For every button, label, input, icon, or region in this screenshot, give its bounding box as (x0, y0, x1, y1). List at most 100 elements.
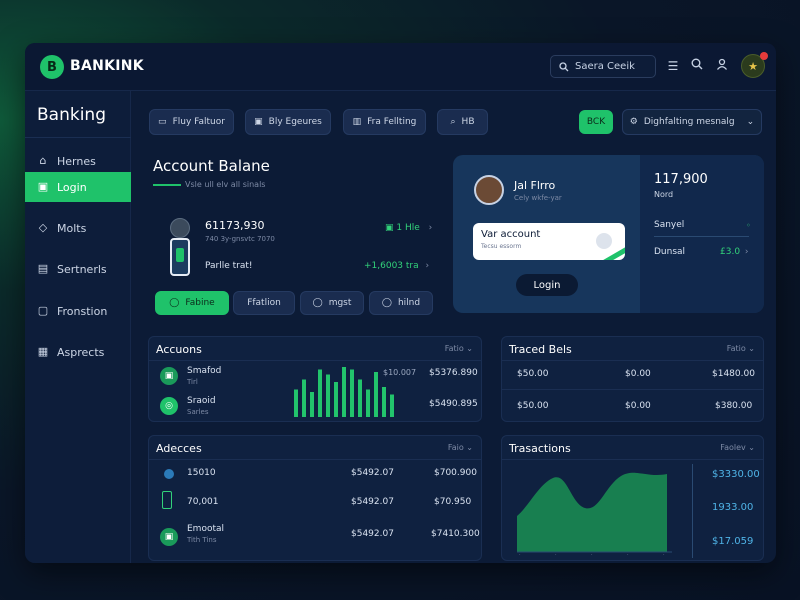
home-icon: ⌂ (39, 154, 47, 167)
stat-amount-label: Nord (654, 190, 674, 199)
panel-header: Trasactions Faolev ⌄ (502, 436, 763, 460)
adecces-row-v1: $5492.07 (351, 529, 394, 539)
transaction-value: $3330.00 (712, 469, 760, 480)
panel-filter[interactable]: Faolev ⌄ (720, 443, 755, 452)
account-card-sub: Tecsu essorm (481, 243, 522, 250)
account-card[interactable]: Var account Tecsu essorm (473, 223, 625, 260)
document-icon: ▢ (37, 304, 49, 317)
user-icon[interactable] (714, 58, 730, 74)
card-icon: ▤ (37, 262, 49, 275)
phone-icon (170, 238, 190, 276)
refresh-icon: ◯ (169, 298, 180, 308)
balance-right[interactable]: ▣ 1 Hle › (385, 223, 432, 233)
adecces-row-name: 15010 (187, 468, 216, 478)
title-underline (153, 184, 181, 186)
chart-icon: ▥ (352, 117, 362, 127)
adecces-row-v2: $700.900 (434, 468, 477, 478)
traced-row-c: $1480.00 (712, 369, 755, 379)
bar (326, 374, 330, 417)
action-button-2[interactable]: Ffatlion (233, 291, 295, 315)
panel-header: Accuons Fatio ⌄ (149, 337, 481, 361)
account-row-v2: $5376.890 (429, 368, 478, 378)
traced-row-b: $0.00 (625, 401, 651, 411)
panel-filter[interactable]: Fatio ⌄ (445, 344, 473, 353)
user-avatar (474, 175, 504, 205)
toolbar-button-1[interactable]: ▭ Fluy Faltuor (149, 109, 234, 135)
panel-header: Traced Bels Fatio ⌄ (502, 337, 763, 361)
bar (350, 369, 354, 417)
balance-amount: 61173,930 (205, 219, 265, 232)
action-button-3[interactable]: ◯ mgst (300, 291, 364, 315)
stat-durrel: Dunsal (654, 247, 686, 257)
action-button-1[interactable]: ◯ Fabine (155, 291, 229, 315)
chart-axis-divider (692, 464, 693, 558)
stat-amount: 117,900 (654, 172, 708, 187)
adecces-row-sub: Tith Tins (187, 536, 217, 544)
chevron-right-icon: › (744, 247, 749, 257)
action-button-4[interactable]: ◯ hilnd (369, 291, 433, 315)
row-divider (502, 389, 763, 390)
accounts-bar-chart (294, 367, 394, 417)
sidebar-item-label: Molts (57, 221, 87, 235)
profile-name: Jal Flrro (514, 179, 556, 192)
sidebar-item-fronstion[interactable]: ▢ Fronstion (25, 296, 131, 326)
dot-icon (164, 469, 174, 479)
chevron-right-icon: › (425, 261, 430, 271)
account-row-name: Smafod (187, 366, 222, 376)
panel-title: Accuons (156, 343, 202, 356)
toolbar-button-3[interactable]: ▥ Fra Fellting (343, 109, 426, 135)
chevron-down-icon: ⌄ (466, 344, 473, 353)
phone-icon (162, 491, 172, 509)
notification-badge (760, 52, 768, 60)
panel-header: Adecces Faio ⌄ (149, 436, 481, 460)
login-button[interactable]: Login (516, 274, 578, 296)
profile-card: Jal Flrro Cely wkfe-yar Var account Tecs… (453, 155, 764, 313)
account-row-sub: Sarles (187, 408, 209, 416)
panel-filter[interactable]: Fatio ⌄ (727, 344, 755, 353)
toolbar-button-2[interactable]: ▣ Bly Egeures (245, 109, 331, 135)
panel-filter[interactable]: Faio ⌄ (448, 443, 473, 452)
sidebar-item-login[interactable]: ▣ Login (25, 172, 131, 202)
account-icon: ◎ (160, 397, 178, 415)
search-input[interactable]: Saera Ceeik (550, 55, 656, 78)
toolbar-button-4[interactable]: ⌕ HB (437, 109, 488, 135)
adecces-row-v1: $5492.07 (351, 497, 394, 507)
sidebar-item-asprects[interactable]: ▦ Asprects (25, 337, 131, 367)
gear-icon: ⚙ (629, 117, 638, 127)
brand-logo-icon[interactable]: B (40, 55, 64, 79)
sidebar-item-label: Login (57, 180, 87, 194)
balance-sub: 740 3y-gnsvtc 7070 (205, 235, 275, 243)
circle-icon: ◯ (381, 298, 392, 308)
search-text: Saera Ceeik (575, 61, 635, 72)
account-row-name: Sraoid (187, 396, 216, 406)
x-tick: · (555, 552, 557, 556)
search-icon[interactable] (689, 58, 705, 74)
traced-row-a: $50.00 (517, 401, 549, 411)
bar (366, 389, 370, 417)
account-avatar (170, 218, 190, 238)
bar (358, 379, 362, 417)
bar (382, 387, 386, 417)
adecces-row-name: 70,001 (187, 497, 219, 507)
status-dot-icon: ◦ (746, 221, 751, 230)
x-tick: · (519, 552, 521, 556)
adecces-row-v2: $70.950 (434, 497, 472, 507)
search-icon: ⌕ (450, 117, 456, 127)
card-chip-icon (596, 233, 612, 249)
x-axis-ticks: · · · · · (519, 552, 665, 556)
sidebar-item-molts[interactable]: ◇ Molts (25, 213, 131, 243)
sidebar: Banking ⌂ Hernes ▣ Login ◇ Molts ▤ Sertn… (25, 91, 131, 563)
bck-button[interactable]: BCK (579, 110, 613, 134)
settings-dropdown[interactable]: ⚙ Dighfalting mesnalg ⌄ (622, 109, 762, 135)
account-row-sub: Tirl (187, 378, 198, 386)
transactions-area-chart: · · · · · (517, 472, 672, 556)
menu-icon[interactable]: ☰ (665, 58, 681, 74)
profile-sub: Cely wkfe-yar (514, 194, 562, 202)
traced-row-c: $380.00 (715, 401, 753, 411)
sidebar-item-sertnerls[interactable]: ▤ Sertnerls (25, 254, 131, 284)
tag-icon: ◇ (38, 221, 48, 234)
purchase-value[interactable]: +1,6003 tra › (364, 261, 429, 271)
account-title: Account Balane (153, 157, 270, 175)
stat-durrel-value[interactable]: £3.0 › (720, 247, 749, 257)
sidebar-item-label: Hernes (57, 154, 96, 168)
